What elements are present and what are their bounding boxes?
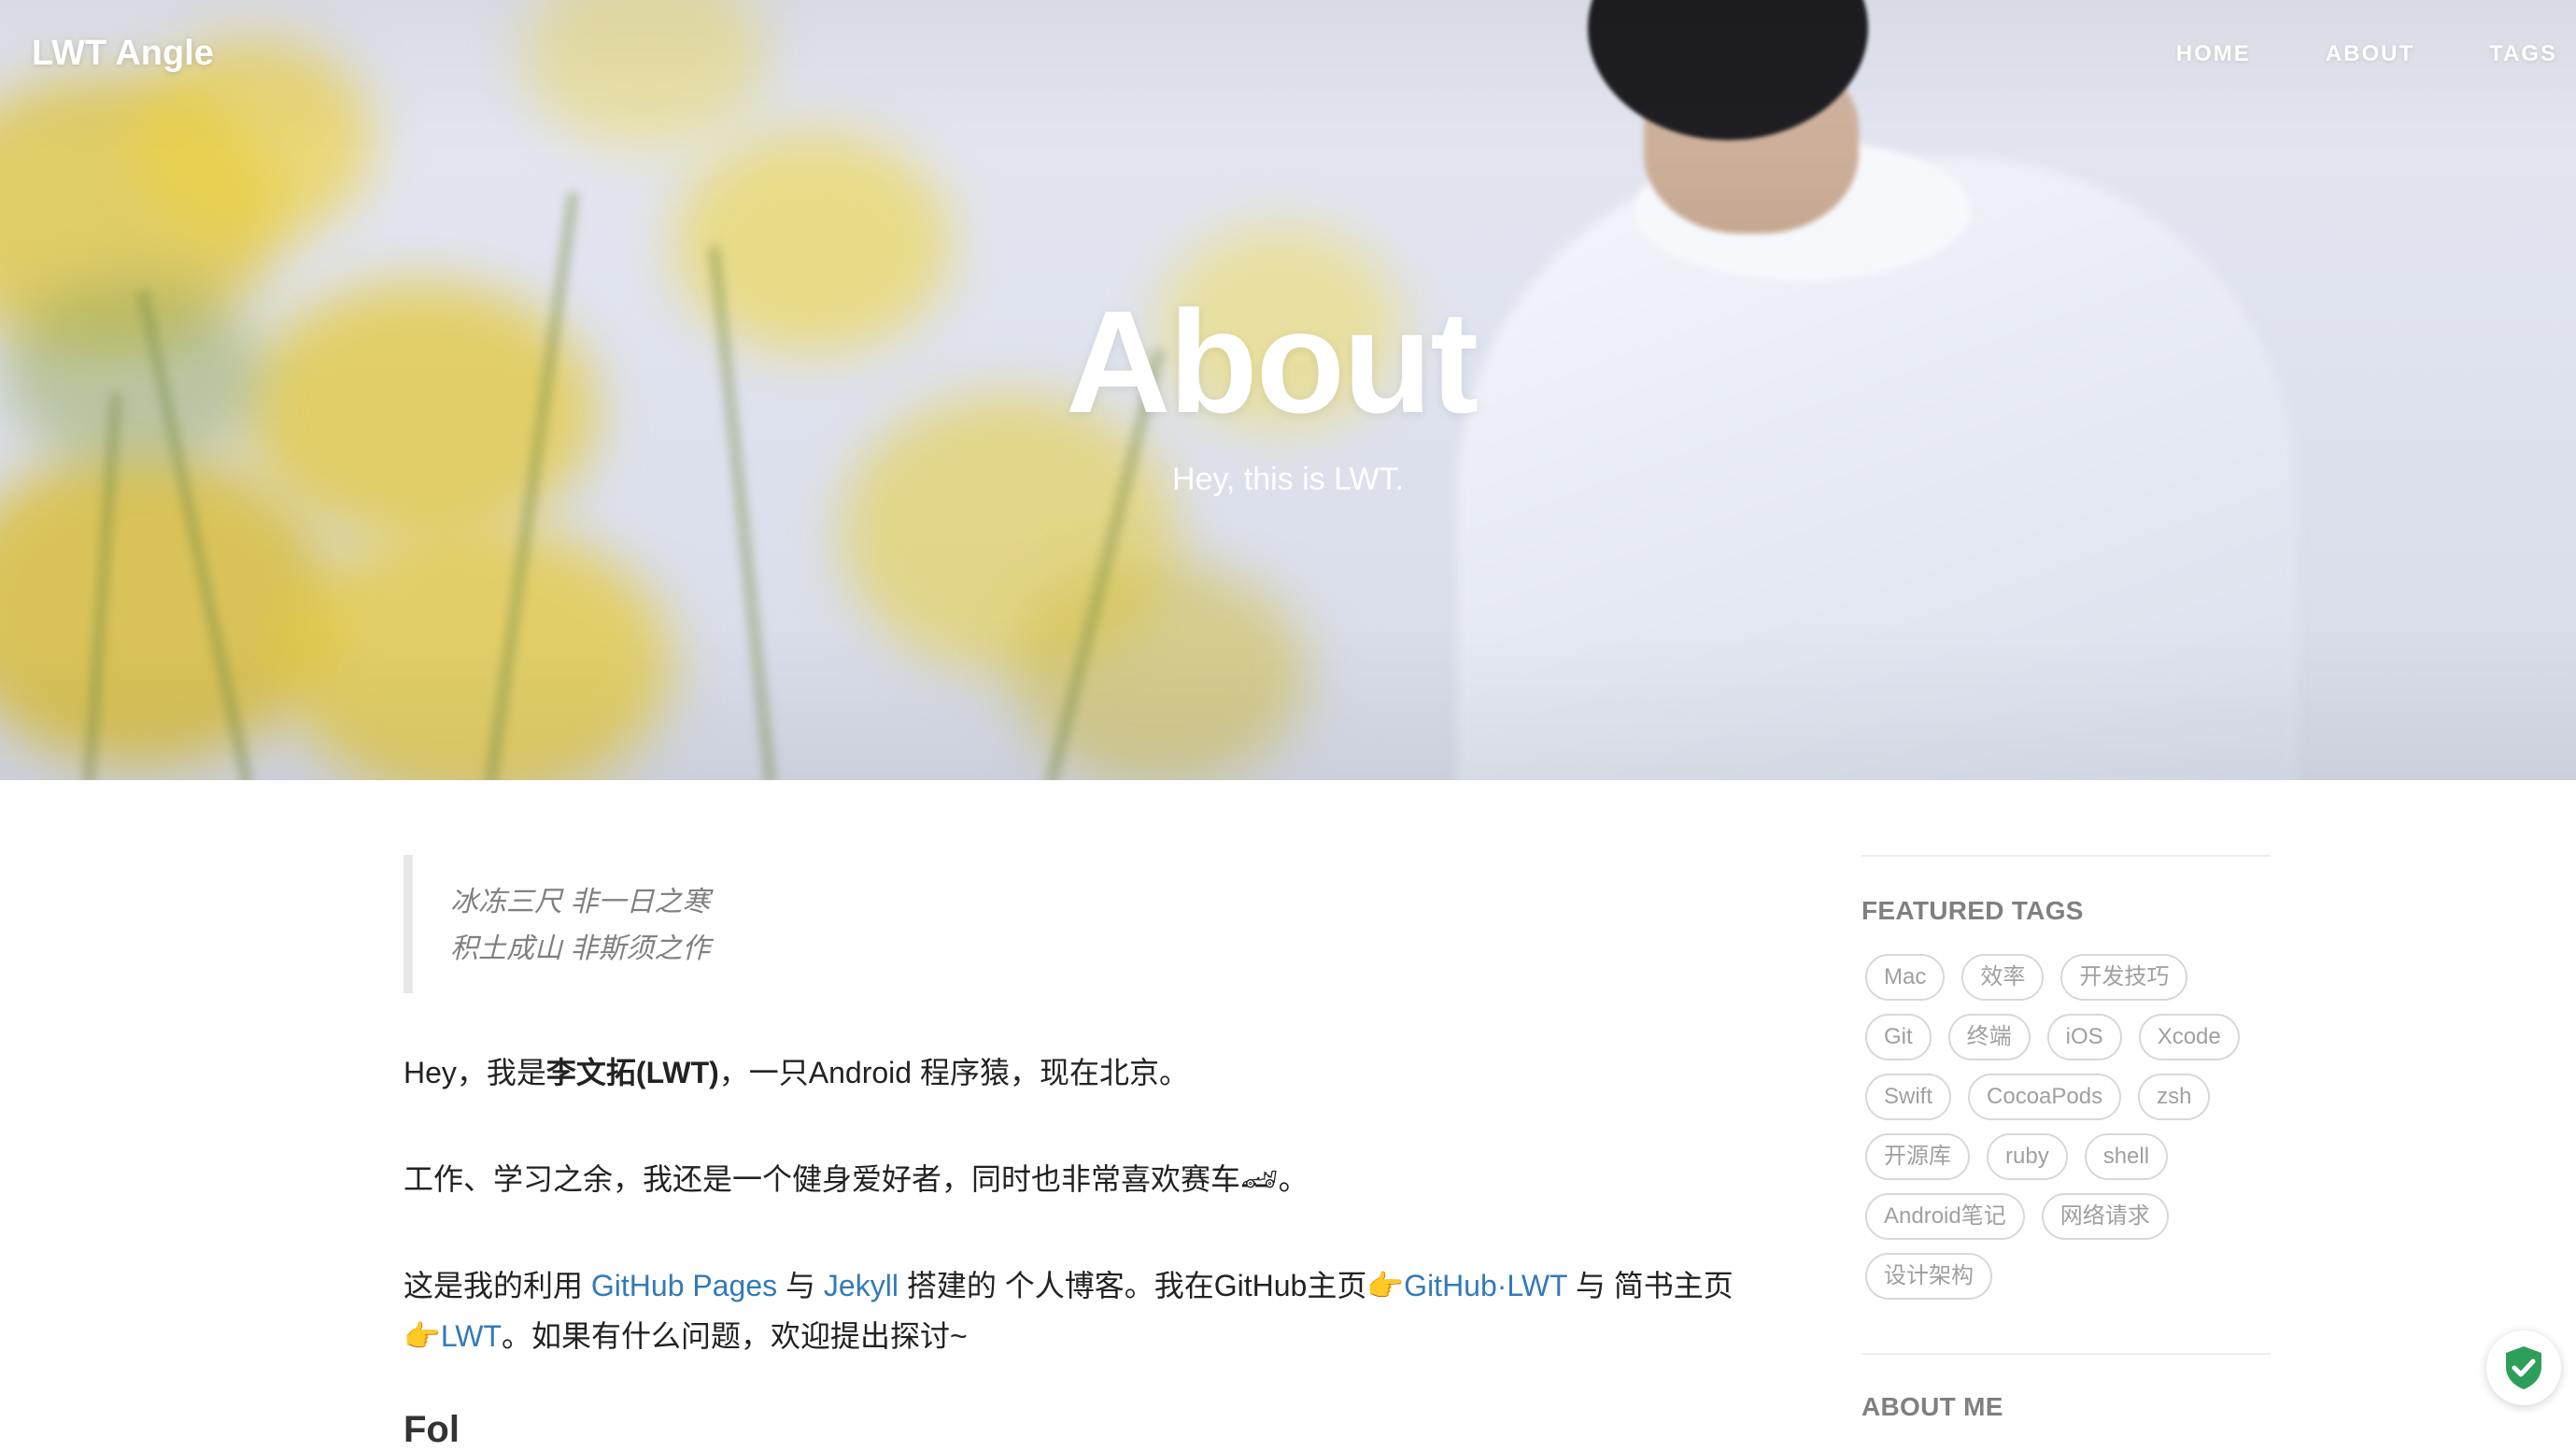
tag-efficiency[interactable]: 效率 (1961, 954, 2045, 1001)
github-pages-link[interactable]: GitHub Pages (591, 1269, 777, 1302)
tag-cocoapods[interactable]: CocoaPods (1968, 1074, 2122, 1120)
blog-paragraph: 这是我的利用 GitHub Pages 与 Jekyll 搭建的 个人博客。我在… (403, 1260, 1748, 1361)
tag-android-notes[interactable]: Android笔记 (1865, 1193, 2025, 1240)
sidebar-divider (1861, 855, 2271, 857)
nav-home[interactable]: HOME (2176, 41, 2251, 67)
nav-about[interactable]: ABOUT (2326, 41, 2414, 67)
blog-text-6: 。如果有什么问题，欢迎提出探讨~ (502, 1319, 968, 1353)
tag-shell[interactable]: shell (2084, 1133, 2169, 1180)
tag-network-requests[interactable]: 网络请求 (2041, 1193, 2169, 1240)
sidebar-divider (1861, 1353, 2271, 1355)
tag-terminal[interactable]: 终端 (1947, 1014, 2031, 1060)
tag-cloud: Mac 效率 开发技巧 Git 终端 iOS Xcode Swift Cocoa… (1861, 954, 2271, 1300)
jekyll-link[interactable]: Jekyll (824, 1269, 899, 1302)
github-profile-link[interactable]: GitHub·LWT (1404, 1269, 1567, 1302)
tag-swift[interactable]: Swift (1865, 1074, 1952, 1120)
blog-text-3: 搭建的 个人博客。我在GitHub主页👉 (898, 1269, 1405, 1302)
page-title: About (0, 290, 2576, 435)
post-content: 冰冻三尺 非一日之寒 积土成山 非斯须之作 Hey，我是李文拓(LWT)，一只A… (403, 855, 1748, 1361)
nav-links: HOME ABOUT TAGS (2102, 41, 2557, 67)
about-me-section: ABOUT ME (1861, 1353, 2271, 1450)
quote-line-2: 积土成山 非斯须之作 (450, 933, 711, 964)
tag-ios[interactable]: iOS (2046, 1014, 2122, 1060)
intro-text-post: ，一只Android 程序猿，现在北京。 (718, 1056, 1189, 1089)
security-extension-button[interactable] (2486, 1330, 2561, 1405)
blog-text-1: 这是我的利用 (403, 1269, 591, 1302)
tag-ruby[interactable]: ruby (1987, 1133, 2068, 1180)
brand-link[interactable]: LWT Angle (32, 34, 214, 74)
intro-text-pre: Hey，我是 (403, 1056, 546, 1089)
about-me-heading: ABOUT ME (1861, 1392, 2003, 1421)
tag-open-source[interactable]: 开源库 (1865, 1133, 1970, 1180)
featured-tags-heading: FEATURED TAGS (1861, 896, 2084, 925)
nav-tags[interactable]: TAGS (2489, 41, 2557, 67)
page-title-text: About (1065, 281, 1479, 444)
blog-text-2: 与 (777, 1269, 824, 1302)
page-subtitle: Hey, this is LWT. (1171, 462, 1405, 497)
tag-mac[interactable]: Mac (1865, 954, 1946, 1001)
tag-zsh[interactable]: zsh (2138, 1074, 2211, 1120)
sidebar: FEATURED TAGS Mac 效率 开发技巧 Git 终端 iOS Xco… (1861, 855, 2271, 1300)
tag-xcode[interactable]: Xcode (2138, 1014, 2240, 1060)
shield-check-icon (2506, 1346, 2541, 1389)
blog-text-4: 与 简书主页 (1567, 1269, 1734, 1302)
tag-design-architecture[interactable]: 设计架构 (1865, 1253, 1992, 1300)
navbar: LWT Angle HOME ABOUT TAGS (0, 0, 2576, 112)
pointing-hand-icon: 👉 (403, 1319, 441, 1353)
tag-git[interactable]: Git (1865, 1014, 1932, 1060)
blockquote: 冰冻三尺 非一日之寒 积土成山 非斯须之作 (403, 855, 1748, 993)
author-name: 李文拓(LWT) (545, 1056, 719, 1089)
section-heading-partial: Fol (403, 1409, 460, 1450)
quote-line-1: 冰冻三尺 非一日之寒 (450, 887, 711, 918)
hobby-paragraph: 工作、学习之余，我还是一个健身爱好者，同时也非常喜欢赛车🏎。 (403, 1162, 1309, 1196)
intro-paragraph: Hey，我是李文拓(LWT)，一只Android 程序猿，现在北京。 (403, 1047, 1748, 1098)
tag-dev-tips[interactable]: 开发技巧 (2060, 954, 2188, 1001)
jianshu-link[interactable]: LWT (441, 1319, 502, 1353)
